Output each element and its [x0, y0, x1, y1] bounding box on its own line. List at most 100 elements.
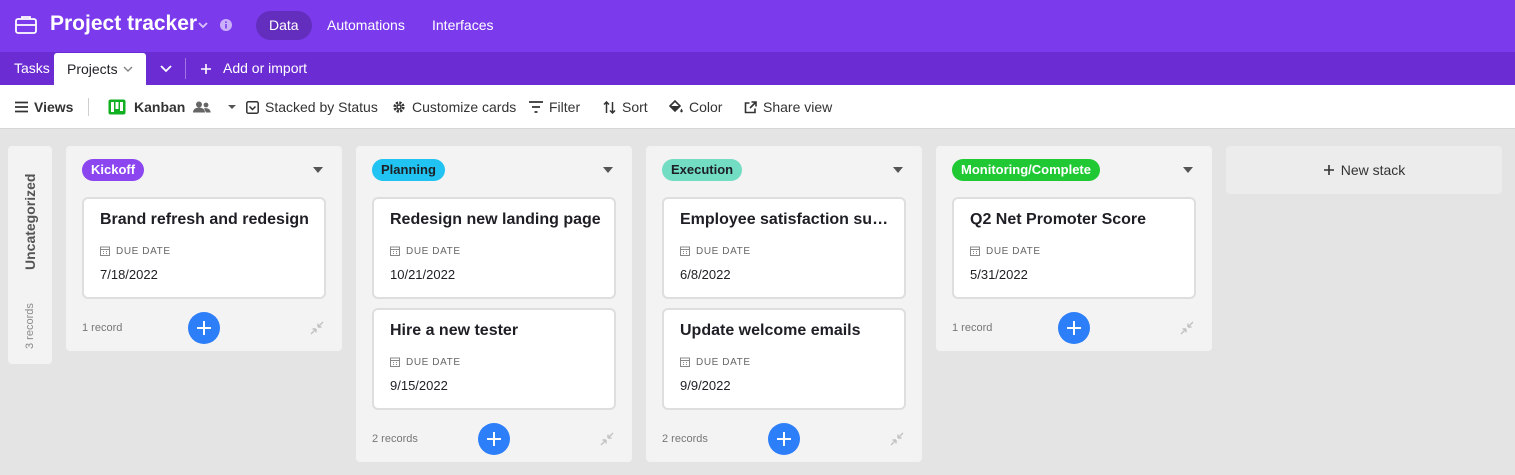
sort-button[interactable]: Sort	[603, 85, 648, 129]
calendar-icon	[390, 246, 400, 256]
due-date-value: 10/21/2022	[390, 267, 456, 282]
chevron-down-icon[interactable]	[123, 64, 133, 74]
views-label: Views	[34, 99, 74, 115]
due-date-value: 7/18/2022	[100, 267, 158, 282]
stack-menu-caret-icon[interactable]	[602, 165, 614, 175]
due-date-label: DUE DATE	[116, 245, 171, 257]
table-tabs-bar: Tasks Projects Add or import	[0, 52, 1515, 85]
share-view-label: Share view	[763, 99, 833, 115]
stacked-by-label: Stacked by Status	[265, 99, 378, 115]
customize-cards-button[interactable]: Customize cards	[392, 85, 516, 129]
info-icon[interactable]	[219, 18, 233, 32]
calendar-icon	[100, 246, 110, 256]
more-tables-chevron-icon[interactable]	[159, 63, 173, 75]
collapse-arrows-icon[interactable]	[600, 432, 614, 446]
divider	[88, 98, 89, 116]
stack-icon	[246, 100, 259, 114]
menu-icon	[15, 101, 28, 113]
tab-projects-label: Projects	[67, 61, 118, 77]
plus-icon	[1323, 165, 1334, 175]
share-icon	[744, 100, 757, 113]
tab-tasks[interactable]: Tasks	[14, 52, 50, 85]
stacked-by-button[interactable]: Stacked by Status	[246, 85, 378, 129]
views-button[interactable]: Views	[15, 85, 73, 129]
due-date-value: 6/8/2022	[680, 267, 731, 282]
add-record-button[interactable]	[188, 312, 220, 344]
nav-data[interactable]: Data	[256, 11, 312, 40]
card-title: Q2 Net Promoter Score	[970, 211, 1147, 228]
color-button[interactable]: Color	[668, 85, 722, 129]
view-switcher[interactable]: Kanban	[108, 85, 243, 129]
card-title: Employee satisfaction surv...	[680, 211, 894, 228]
base-name[interactable]: Project tracker	[50, 12, 197, 36]
card-title: Hire a new tester	[390, 322, 519, 339]
calendar-icon	[680, 246, 690, 256]
customize-cards-label: Customize cards	[412, 99, 517, 115]
collaborators-icon	[193, 101, 211, 113]
card-title: Redesign new landing page	[390, 211, 601, 228]
record-card[interactable]: Update welcome emails DUE DATE 9/9/2022	[662, 308, 906, 410]
card-title: Brand refresh and redesign	[100, 211, 309, 228]
filter-label: Filter	[549, 99, 581, 115]
card-field-label: DUE DATE	[390, 355, 461, 369]
status-pill-planning: Planning	[372, 159, 445, 181]
new-stack-label: New stack	[1340, 162, 1406, 178]
due-date-label: DUE DATE	[986, 245, 1041, 257]
due-date-label: DUE DATE	[406, 245, 461, 257]
view-name: Kanban	[134, 99, 186, 115]
uncategorized-count: 3 records	[24, 303, 36, 349]
record-card[interactable]: Employee satisfaction surv... DUE DATE 6…	[662, 197, 906, 299]
new-stack-button[interactable]: New stack	[1226, 146, 1502, 194]
gear-icon	[393, 101, 405, 113]
nav-automations[interactable]: Automations	[314, 11, 418, 40]
stack-menu-caret-icon[interactable]	[312, 165, 324, 175]
divider	[185, 58, 186, 79]
record-card[interactable]: Hire a new tester DUE DATE 9/15/2022	[372, 308, 616, 410]
due-date-label: DUE DATE	[696, 245, 751, 257]
card-field-label: DUE DATE	[680, 355, 751, 369]
tab-projects[interactable]: Projects	[54, 53, 146, 85]
collapse-arrows-icon[interactable]	[1180, 321, 1194, 335]
card-field-label: DUE DATE	[680, 244, 751, 258]
plus-icon	[201, 63, 211, 74]
kanban-icon	[108, 99, 126, 115]
card-field-label: DUE DATE	[100, 244, 171, 258]
calendar-icon	[390, 357, 400, 367]
due-date-value: 5/31/2022	[970, 267, 1028, 282]
stack-monitoring-complete: Monitoring/Complete Q2 Net Promoter Scor…	[936, 146, 1212, 351]
filter-icon	[529, 101, 543, 113]
briefcase-icon[interactable]	[14, 13, 38, 37]
record-card[interactable]: Redesign new landing page DUE DATE 10/21…	[372, 197, 616, 299]
calendar-icon	[970, 246, 980, 256]
color-label: Color	[689, 99, 723, 115]
stack-menu-caret-icon[interactable]	[892, 165, 904, 175]
chevron-down-icon[interactable]	[196, 18, 210, 32]
stack-kickoff: Kickoff Brand refresh and redesign DUE D…	[66, 146, 342, 351]
stack-execution: Execution Employee satisfaction surv... …	[646, 146, 922, 462]
uncategorized-stack[interactable]: Uncategorized 3 records	[8, 146, 52, 364]
due-date-value: 9/15/2022	[390, 378, 448, 393]
card-field-label: DUE DATE	[390, 244, 461, 258]
view-toolbar: Views Kanban Stacked by Status Customize…	[0, 85, 1515, 129]
add-record-button[interactable]	[478, 423, 510, 455]
nav-interfaces[interactable]: Interfaces	[419, 11, 506, 40]
record-count: 2 records	[372, 433, 418, 445]
collapse-arrows-icon[interactable]	[890, 432, 904, 446]
collapse-arrows-icon[interactable]	[310, 321, 324, 335]
due-date-label: DUE DATE	[696, 356, 751, 368]
record-count: 2 records	[662, 433, 708, 445]
status-pill-kickoff: Kickoff	[82, 159, 145, 181]
filter-button[interactable]: Filter	[529, 85, 580, 129]
uncategorized-label: Uncategorized	[22, 173, 38, 270]
add-or-import-label: Add or import	[223, 60, 308, 76]
stack-menu-caret-icon[interactable]	[1182, 165, 1194, 175]
due-date-value: 9/9/2022	[680, 378, 731, 393]
status-pill-monitoring-complete: Monitoring/Complete	[952, 159, 1100, 181]
add-or-import-button[interactable]: Add or import	[200, 52, 307, 85]
add-record-button[interactable]	[1058, 312, 1090, 344]
record-card[interactable]: Q2 Net Promoter Score DUE DATE 5/31/2022	[952, 197, 1196, 299]
share-view-button[interactable]: Share view	[744, 85, 832, 129]
add-record-button[interactable]	[768, 423, 800, 455]
app-header: Project tracker Data Automations Interfa…	[0, 0, 1515, 52]
record-card[interactable]: Brand refresh and redesign DUE DATE 7/18…	[82, 197, 326, 299]
